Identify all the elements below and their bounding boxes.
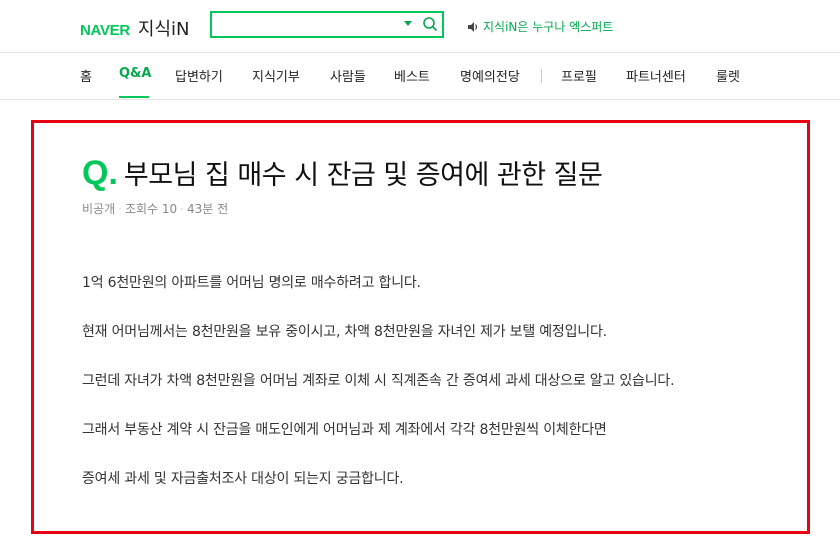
nav-item-home[interactable]: 홈: [80, 66, 92, 85]
expert-notice[interactable]: 지식iN은 누구나 엑스퍼트: [467, 18, 613, 35]
question-meta: 비공개 · 조회수 10 · 43분 전: [82, 200, 228, 217]
search-box: [210, 11, 444, 38]
question-paragraph: 증여세 과세 및 자금출처조사 대상이 되는지 궁금합니다.: [82, 471, 404, 487]
nav-separator: [541, 69, 542, 83]
meta-separator: ·: [180, 202, 184, 216]
author: 비공개: [82, 202, 116, 216]
chevron-down-icon[interactable]: [404, 21, 412, 26]
question-paragraph: 그런데 자녀가 차액 8천만원을 어머님 계좌로 이체 시 직계존속 간 증여세…: [82, 373, 675, 389]
nav-item-people[interactable]: 사람들: [330, 66, 366, 85]
question-paragraph: 현재 어머님께서는 8천만원을 보유 중이시고, 차액 8천만원을 자녀인 제가…: [82, 324, 607, 340]
nav-item-hall-of-fame[interactable]: 명예의전당: [460, 66, 520, 85]
nav-item-roulette[interactable]: 룰렛: [716, 66, 740, 85]
question-paragraph: 그래서 부동산 계약 시 잔금을 매도인에게 어머님과 제 계좌에서 각각 8천…: [82, 422, 607, 438]
nav-item-answer[interactable]: 답변하기: [175, 66, 223, 85]
nav-item-best[interactable]: 베스트: [394, 66, 430, 85]
main-nav: 홈 Q&A 답변하기 지식기부 사람들 베스트 명예의전당 프로필 파트너센터 …: [0, 53, 840, 99]
search-input[interactable]: [212, 13, 404, 36]
post-time: 43분 전: [187, 202, 229, 216]
notice-text[interactable]: 지식iN은 누구나 엑스퍼트: [483, 18, 613, 35]
kin-logo[interactable]: 지식iN: [138, 15, 190, 41]
question-mark: Q.: [82, 153, 118, 192]
question-title: 부모님 집 매수 시 잔금 및 증여에 관한 질문: [123, 160, 603, 191]
question-panel: Q. 부모님 집 매수 시 잔금 및 증여에 관한 질문 비공개 · 조회수 10 ·…: [31, 120, 810, 534]
nav-item-partner-center[interactable]: 파트너센터: [626, 66, 686, 85]
search-icon[interactable]: [422, 16, 438, 32]
question-paragraph: 1억 6천만원의 아파트를 어머님 명의로 매수하려고 합니다.: [82, 275, 421, 291]
meta-separator: ·: [118, 202, 122, 216]
question-body: 1억 6천만원의 아파트를 어머님 명의로 매수하려고 합니다. 현재 어머님께…: [82, 275, 802, 520]
nav-item-profile[interactable]: 프로필: [561, 66, 597, 85]
header: NAVER 지식iN 지식iN은 누구나 엑스퍼트: [0, 0, 840, 52]
nav-item-qna[interactable]: Q&A: [119, 66, 151, 81]
view-count: 조회수 10: [124, 202, 178, 216]
naver-logo[interactable]: NAVER: [80, 22, 130, 39]
active-tab-indicator: [119, 96, 149, 98]
nav-item-donate[interactable]: 지식기부: [252, 66, 300, 85]
logo[interactable]: NAVER 지식iN: [80, 15, 190, 41]
question-title-row: Q. 부모님 집 매수 시 잔금 및 증여에 관한 질문: [82, 153, 603, 192]
nav-divider: [0, 99, 840, 100]
speaker-icon: [468, 21, 478, 32]
